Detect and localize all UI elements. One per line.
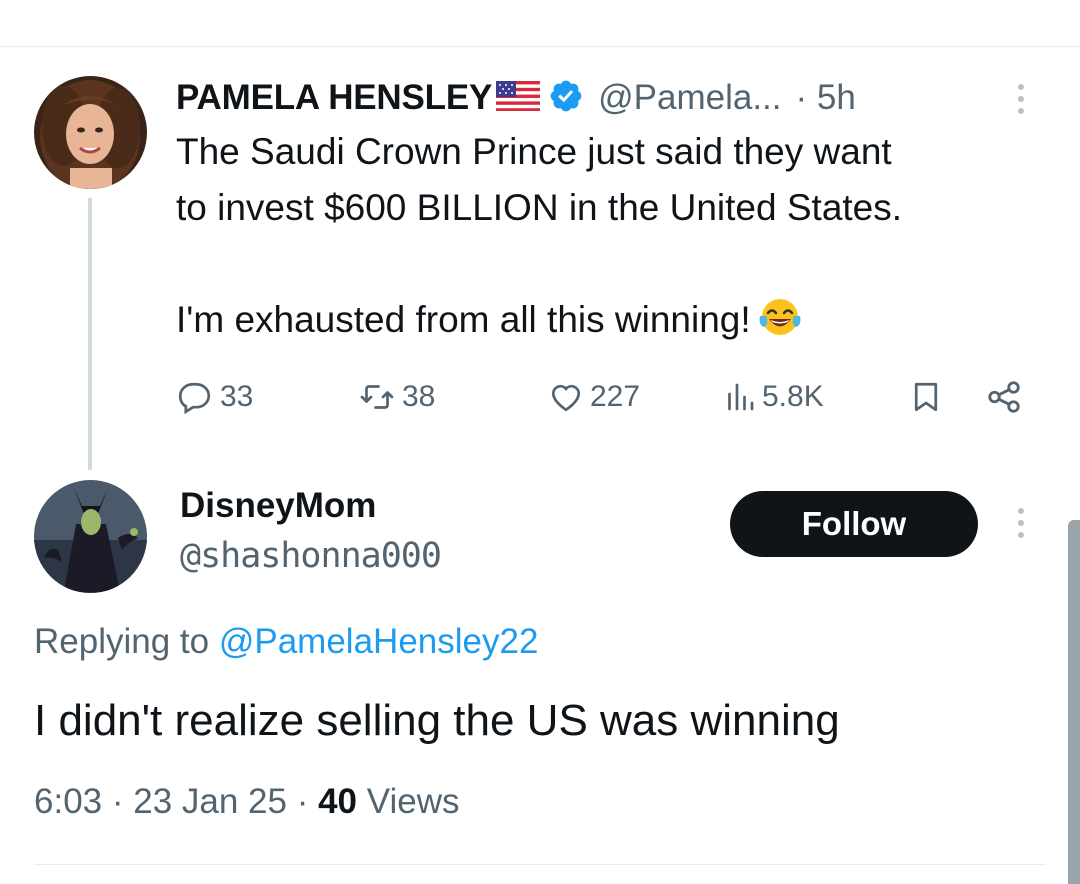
top-divider: [0, 46, 1080, 47]
tweet-timestamp[interactable]: 6:03 · 23 Jan 25 ·: [34, 782, 318, 821]
tweet-text-line: to invest $600 BILLION in the United Sta…: [176, 187, 903, 228]
us-flag-icon: [496, 80, 541, 116]
thread-line: [88, 198, 92, 470]
views-count: 5.8K: [762, 380, 824, 413]
tweet-meta: 6:03 · 23 Jan 25 · 40 Views: [34, 782, 459, 822]
more-options-icon[interactable]: [1018, 84, 1024, 114]
views-chart-icon: [728, 383, 754, 411]
tweet-header: PAMELA HENSLEY @Pamela... · 5h: [176, 74, 856, 122]
retweet-button[interactable]: 38: [356, 372, 435, 422]
reply-author-name[interactable]: DisneyMom: [180, 486, 376, 526]
share-icon: [988, 381, 1020, 413]
views-count: 40: [318, 782, 358, 821]
retweet-icon: [360, 385, 394, 409]
bookmark-icon: [914, 382, 938, 412]
tweet-text: The Saudi Crown Prince just said they wa…: [176, 124, 1056, 354]
tweet-time[interactable]: · 5h: [796, 78, 856, 118]
reply-button[interactable]: 33: [176, 372, 253, 422]
avatar-disneymom[interactable]: [34, 480, 147, 593]
tweet-text-line: I'm exhausted from all this winning!: [176, 299, 751, 340]
tweet-actions: 33 38 227 5.8K: [176, 372, 1036, 422]
retweet-count: 38: [402, 380, 436, 413]
reply-icon: [178, 382, 211, 415]
views-button[interactable]: 5.8K: [722, 372, 824, 422]
heart-icon: [551, 384, 581, 412]
scrollbar[interactable]: [1068, 520, 1080, 884]
reply-author-handle[interactable]: @shashonna000: [180, 536, 442, 576]
tweet-text-line: The Saudi Crown Prince just said they wa…: [176, 131, 892, 172]
views-label: Views: [357, 782, 460, 821]
avatar-pamela[interactable]: [34, 76, 147, 189]
tweet-text-line-with-emoji: I'm exhausted from all this winning!: [176, 292, 1056, 354]
share-button[interactable]: [984, 372, 1024, 422]
verified-badge-icon: [548, 78, 584, 119]
author-handle[interactable]: @Pamela...: [598, 78, 781, 118]
replying-to-label: Replying to: [34, 622, 210, 661]
like-button[interactable]: 227: [546, 372, 640, 422]
bottom-divider: [34, 864, 1046, 865]
bookmark-button[interactable]: [908, 372, 944, 422]
more-options-icon[interactable]: [1018, 508, 1024, 538]
tears-of-joy-emoji-icon: [757, 296, 803, 354]
replying-to-handle-link[interactable]: @PamelaHensley22: [219, 622, 539, 661]
reply-text: I didn't realize selling the US was winn…: [34, 696, 840, 745]
like-count: 227: [590, 380, 641, 413]
follow-button[interactable]: Follow: [730, 491, 978, 557]
author-name[interactable]: PAMELA HENSLEY: [176, 78, 492, 118]
reply-count: 33: [220, 380, 254, 413]
replying-to: Replying to @PamelaHensley22: [34, 622, 538, 662]
